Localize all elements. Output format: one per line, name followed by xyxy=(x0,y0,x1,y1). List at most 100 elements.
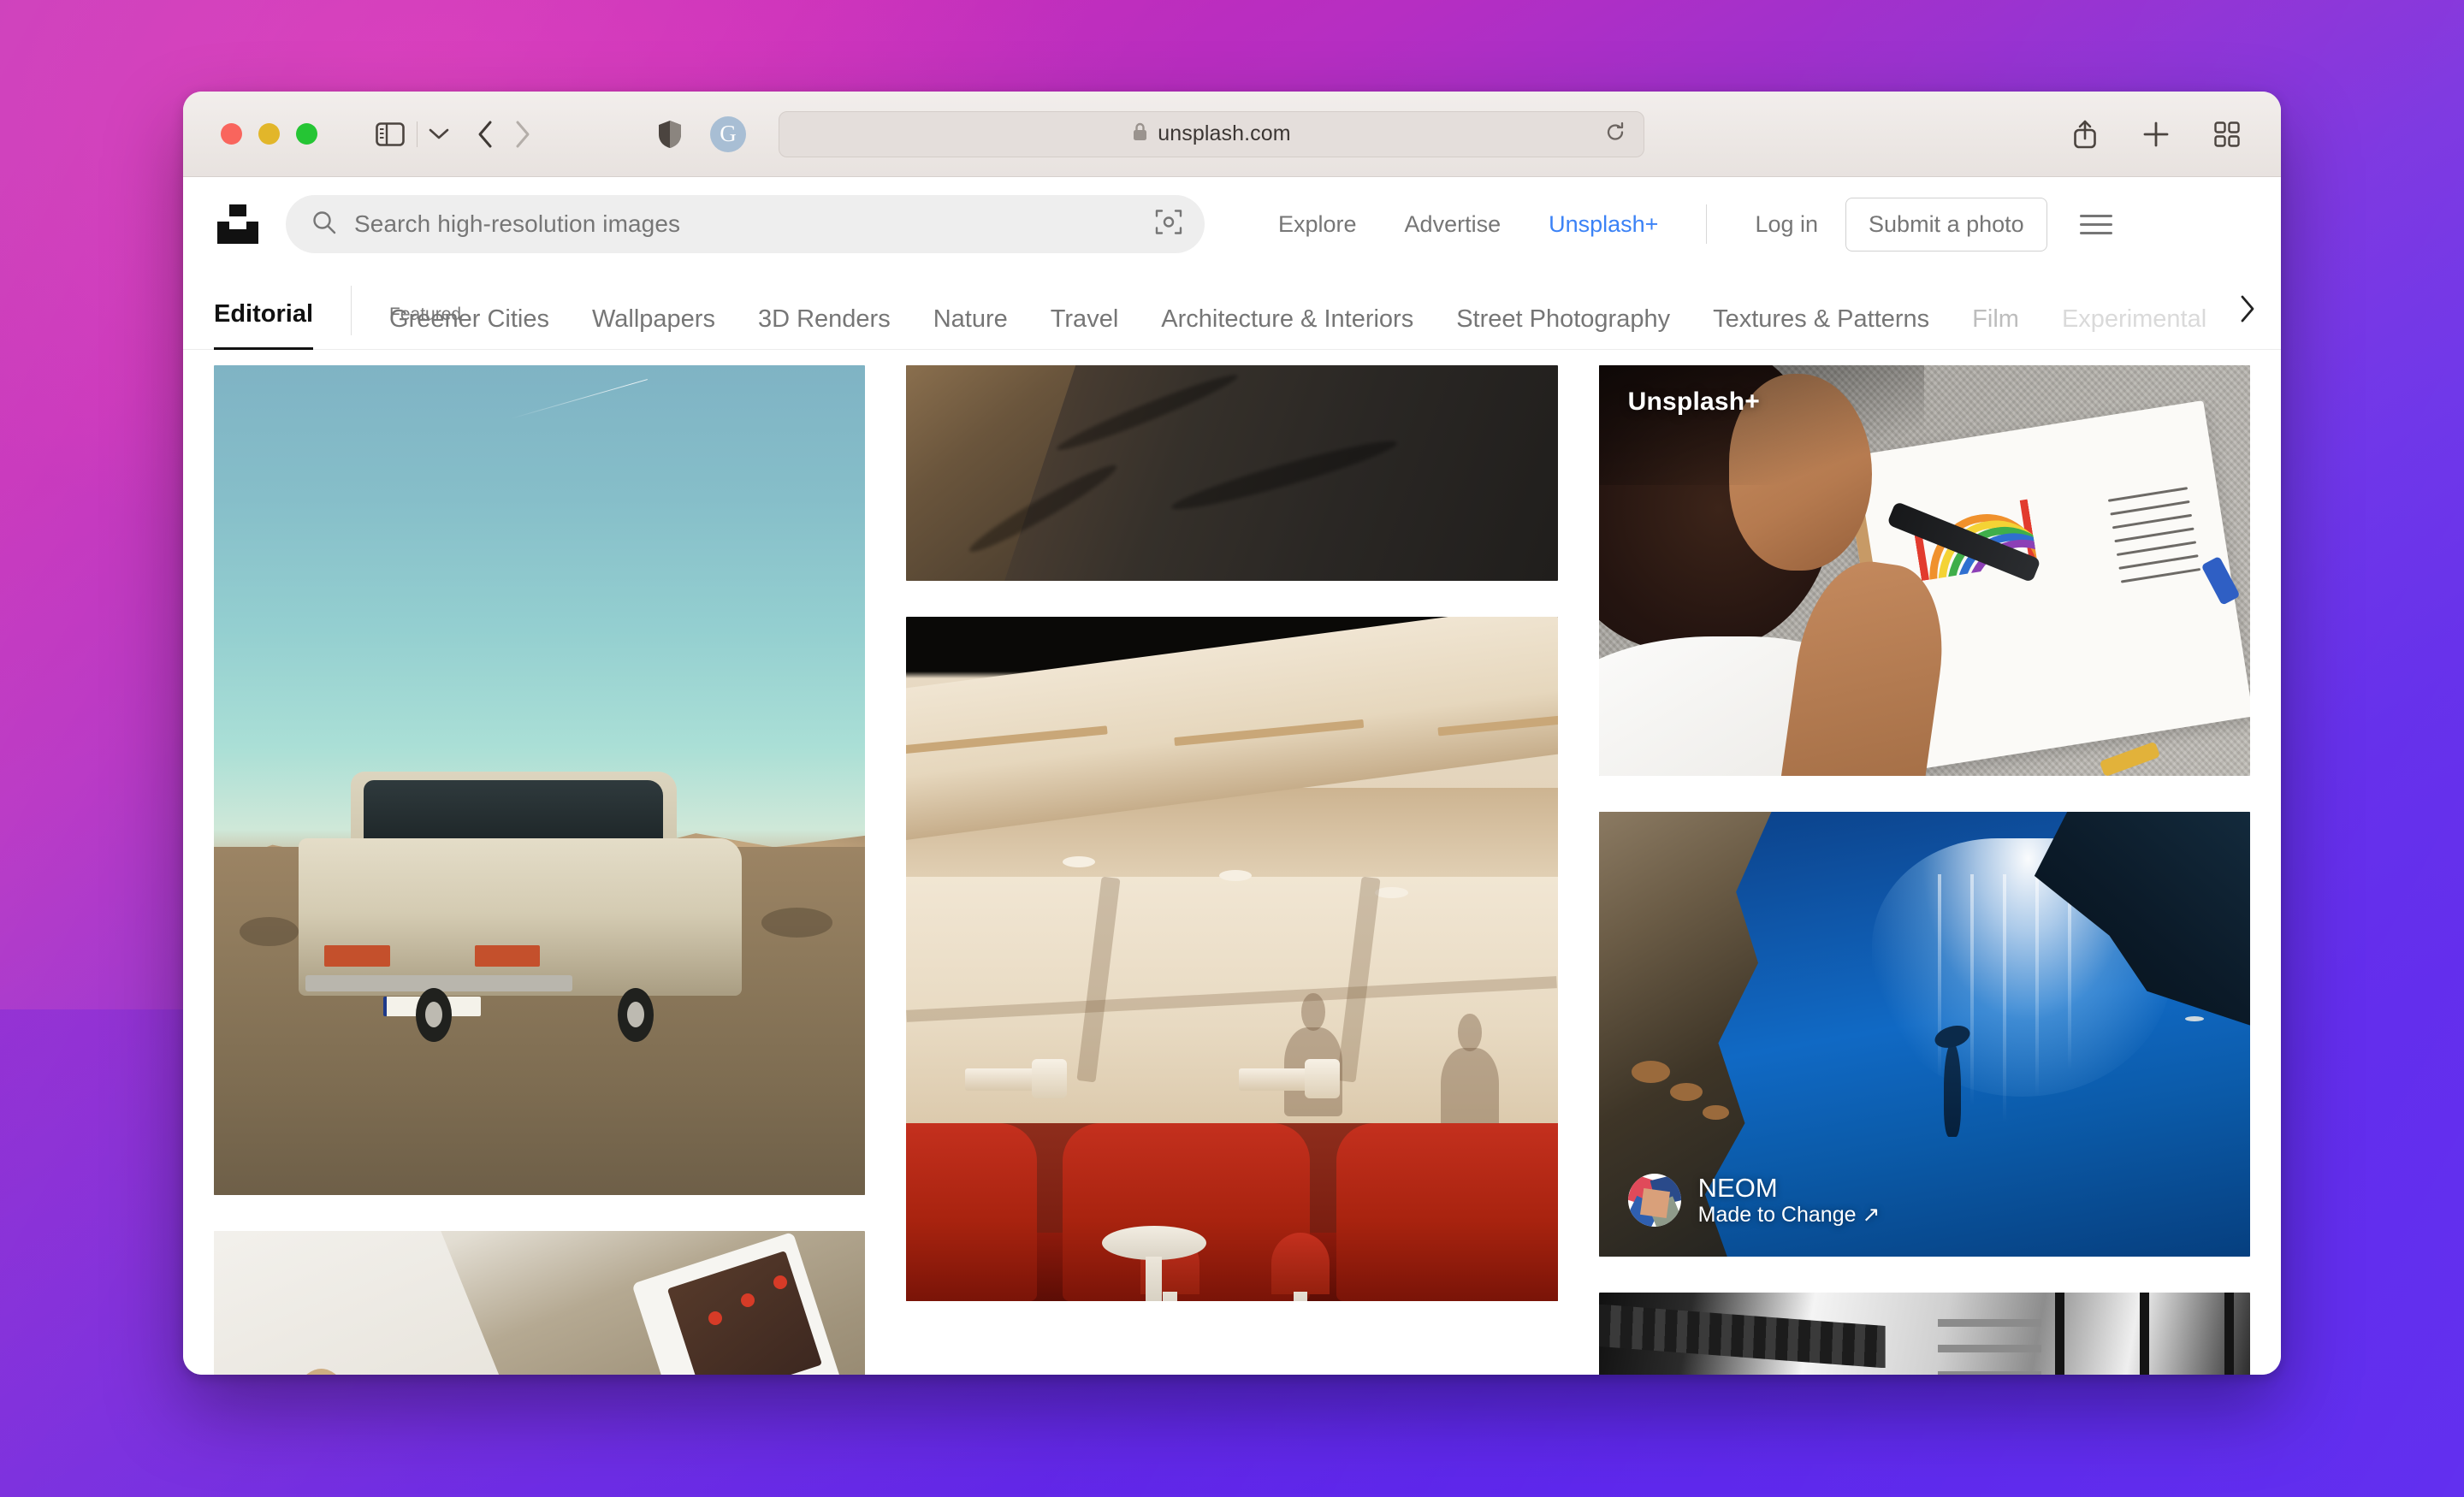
tabs-next-chevron-right-icon[interactable] xyxy=(2214,286,2260,332)
visual-search-icon[interactable] xyxy=(1155,209,1182,240)
tab-nature[interactable]: Nature xyxy=(912,305,1029,334)
plus-icon[interactable] xyxy=(2142,121,2170,148)
tab-experimental[interactable]: Experimental xyxy=(2040,305,2228,334)
photo-underwater-freediver[interactable]: NEOM Made to Change ↗ xyxy=(1598,812,2250,1257)
toolbar-divider xyxy=(417,121,418,147)
photo-child-drawing-rainbow[interactable]: Unsplash+ xyxy=(1598,365,2250,776)
handwritten-lines xyxy=(2108,487,2202,594)
photo-grid: Unsplash+ NEOM Made to Change ↗ xyxy=(183,350,2281,1375)
address-bar-url: unsplash.com xyxy=(1158,121,1291,145)
photo-column-2 xyxy=(906,365,1558,1375)
round-side-table xyxy=(1101,1226,1206,1301)
hamburger-menu-icon[interactable] xyxy=(2079,214,2112,234)
wall-sconce xyxy=(1238,1059,1341,1099)
recessed-downlight xyxy=(1218,870,1252,881)
berry xyxy=(773,1275,787,1289)
tab-wallpapers[interactable]: Wallpapers xyxy=(571,305,737,334)
sidebar-icon[interactable] xyxy=(376,121,405,146)
photo-midcentury-lounge[interactable] xyxy=(906,617,1558,1301)
car-rear-window xyxy=(364,780,664,847)
category-tab-bar: Editorial Featured Greener Cities Wallpa… xyxy=(183,271,2281,350)
contrail xyxy=(509,378,648,419)
photo-column-1 xyxy=(214,365,866,1375)
unsplash-page: Search high-resolution images Explore Ad… xyxy=(183,177,2281,1375)
tab-divider xyxy=(351,286,352,335)
close-button[interactable] xyxy=(221,123,242,145)
category-tabs-scroller[interactable]: Greener Cities Wallpapers 3D Renders Nat… xyxy=(389,305,2281,349)
unsplash-plus-badge: Unsplash+ xyxy=(1598,365,1925,485)
photo-bw-architecture[interactable] xyxy=(1598,1293,2250,1375)
nav-divider xyxy=(1706,204,1708,244)
browser-toolbar: G unsplash.com xyxy=(183,92,2281,177)
photo-dark-cave-rock[interactable] xyxy=(906,365,1558,581)
rock-crevice xyxy=(1168,432,1401,518)
red-sofa xyxy=(1336,1123,1558,1301)
lock-icon xyxy=(1132,121,1148,146)
sun-ray xyxy=(2035,873,2039,1097)
facade-slat xyxy=(1937,1370,2042,1375)
tab-overview-icon[interactable] xyxy=(2214,121,2240,147)
facade-slat xyxy=(1937,1345,2042,1353)
sponsor-badge-neom[interactable]: NEOM Made to Change ↗ xyxy=(1627,1173,1881,1228)
grammarly-icon[interactable]: G xyxy=(710,115,746,152)
fish xyxy=(2184,1016,2204,1022)
sun-ray xyxy=(1969,873,1974,1106)
photo-vintage-car-desert[interactable] xyxy=(214,365,866,1195)
car-body xyxy=(298,837,742,997)
tab-architecture-interiors[interactable]: Architecture & Interiors xyxy=(1140,305,1435,334)
photo-flat-lay-table[interactable] xyxy=(214,1231,866,1375)
facade-column xyxy=(2224,1293,2234,1375)
slab-slot xyxy=(1437,712,1558,737)
window-controls xyxy=(221,123,317,145)
unsplash-logo-icon[interactable] xyxy=(214,200,262,248)
wall-sconce xyxy=(964,1059,1067,1099)
safari-window: G unsplash.com Search high-resolution im… xyxy=(183,92,2281,1375)
nav-link-unsplash-plus[interactable]: Unsplash+ xyxy=(1525,211,1682,238)
tab-travel[interactable]: Travel xyxy=(1029,305,1140,334)
search-placeholder: Search high-resolution images xyxy=(354,210,681,237)
external-link-icon: ↗ xyxy=(1862,1203,1881,1227)
shield-icon[interactable] xyxy=(657,119,683,150)
toolbar-right-actions xyxy=(2072,119,2252,150)
tab-greener-cities[interactable]: Greener Cities xyxy=(389,305,571,334)
nav-link-explore[interactable]: Explore xyxy=(1254,211,1381,238)
forward-button[interactable] xyxy=(513,120,532,149)
slab-slot xyxy=(906,725,1107,754)
corrugated-roof xyxy=(1598,1304,1886,1369)
back-button[interactable] xyxy=(476,120,495,149)
slab-slot xyxy=(1174,719,1364,747)
share-icon[interactable] xyxy=(2072,119,2098,150)
facade-column xyxy=(2139,1293,2149,1375)
submit-a-photo-button[interactable]: Submit a photo xyxy=(1845,197,2047,251)
car-wheel xyxy=(618,987,654,1042)
reload-icon[interactable] xyxy=(1604,121,1626,147)
nav-link-advertise[interactable]: Advertise xyxy=(1381,211,1525,238)
tab-street-photography[interactable]: Street Photography xyxy=(1435,305,1691,334)
tab-3d-renders[interactable]: 3D Renders xyxy=(737,305,912,334)
red-stool xyxy=(1270,1233,1330,1301)
recessed-downlight xyxy=(1375,887,1408,898)
photo-column-3: Unsplash+ NEOM Made to Change ↗ xyxy=(1598,365,2250,1375)
login-link[interactable]: Log in xyxy=(1731,211,1842,238)
tab-film[interactable]: Film xyxy=(1951,305,2040,334)
minimize-button[interactable] xyxy=(258,123,280,145)
header-nav: Explore Advertise Unsplash+ Log in Submi… xyxy=(1254,197,2112,251)
chevron-down-icon[interactable] xyxy=(428,127,450,142)
sponsor-tagline: Made to Change ↗ xyxy=(1698,1202,1881,1228)
tab-textures-patterns[interactable]: Textures & Patterns xyxy=(1691,305,1951,334)
address-bar[interactable]: unsplash.com xyxy=(779,110,1644,157)
search-input[interactable]: Search high-resolution images xyxy=(286,195,1205,253)
neom-text-block: NEOM Made to Change ↗ xyxy=(1698,1173,1881,1228)
recessed-downlight xyxy=(1063,856,1096,867)
search-icon xyxy=(311,210,337,240)
freediver xyxy=(1932,1021,1973,1137)
facade-slat xyxy=(1937,1318,2042,1327)
red-sofa xyxy=(906,1123,1037,1301)
car-taillight-right xyxy=(474,945,540,967)
navigation-arrows xyxy=(476,120,532,149)
tab-editorial[interactable]: Editorial xyxy=(214,300,314,350)
sponsor-tagline-text: Made to Change xyxy=(1697,1203,1857,1227)
linen-cloth xyxy=(214,1231,530,1375)
berry xyxy=(708,1311,722,1325)
zoom-button[interactable] xyxy=(296,123,317,145)
